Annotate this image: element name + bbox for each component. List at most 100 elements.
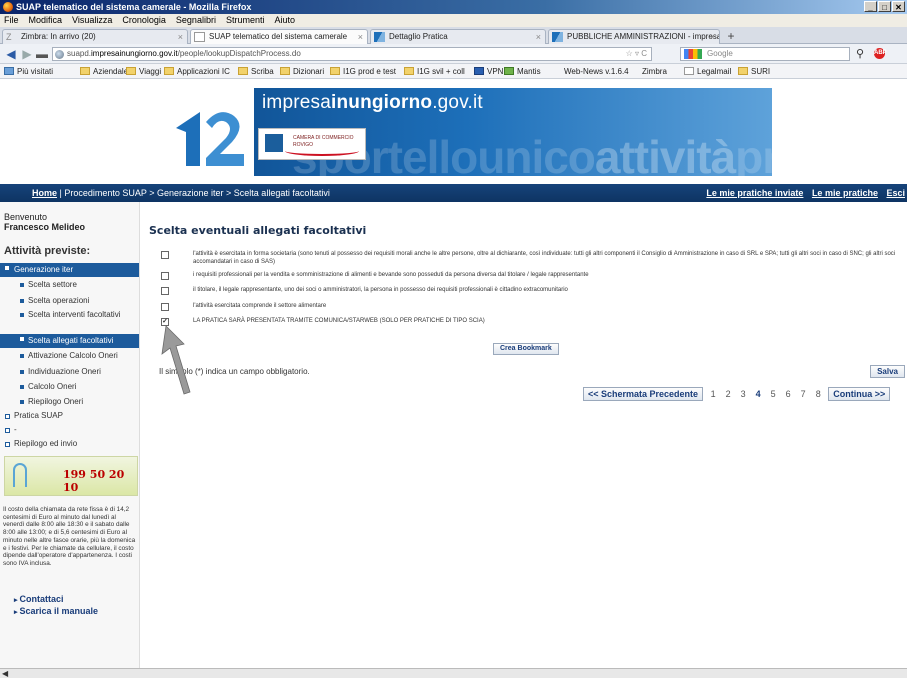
print-icon[interactable]: ▬ (35, 47, 49, 61)
maximize-button[interactable]: □ (878, 1, 891, 12)
call-center-banner: 199 50 20 10 (4, 456, 138, 496)
bookmark-zimbra[interactable]: Zimbra (642, 64, 667, 78)
site-nav-bar: Home | Procedimento SUAP > Generazione i… (0, 184, 907, 202)
page-link-3[interactable]: 3 (741, 388, 746, 400)
forward-icon[interactable]: ▶ (20, 47, 34, 61)
menu-file[interactable]: File (4, 14, 19, 27)
header-background-text: sportellounicoattivitàproduttive (292, 131, 907, 183)
bookmark-mantis[interactable]: Mantis (504, 64, 541, 78)
tab-close-icon[interactable]: × (710, 30, 715, 44)
bookmark-legalmail[interactable]: Legalmail (684, 64, 731, 78)
site-logo-icon (374, 32, 385, 42)
tab-close-icon[interactable]: × (358, 30, 363, 44)
page-link-8[interactable]: 8 (816, 388, 821, 400)
sidebar-item-dash[interactable]: - (0, 425, 139, 435)
address-bar[interactable]: suapd.impresainungiorno.gov.it/people/lo… (52, 47, 652, 61)
menu-strumenti[interactable]: Strumenti (226, 14, 265, 27)
bookmark-vpn[interactable]: VPN (474, 64, 503, 78)
bookmark-applicazioni-ic[interactable]: Applicazioni IC (164, 64, 230, 78)
page-link-2[interactable]: 2 (726, 388, 731, 400)
sidebar-item-individuazione-oneri[interactable]: Individuazione Oneri (0, 367, 139, 377)
activities-heading: Attività previste: (4, 245, 91, 257)
user-links: Le mie pratiche inviate Le mie pratiche … (700, 184, 905, 202)
download-manual-link[interactable]: Scarica il manuale (14, 606, 98, 616)
bookmark-scriba[interactable]: Scriba (238, 64, 274, 78)
sidebar-item-pratica-suap[interactable]: Pratica SUAP (0, 411, 139, 421)
bookmark-suri[interactable]: SURI (738, 64, 770, 78)
sidebar-item-calcolo-oneri[interactable]: Calcolo Oneri (0, 382, 139, 392)
site-header: impresainungiorno.gov.it sportellounicoa… (0, 80, 907, 184)
close-button[interactable]: ✕ (892, 1, 905, 12)
site-identity-icon[interactable] (55, 50, 64, 59)
menu-cronologia[interactable]: Cronologia (122, 14, 166, 27)
scroll-left-icon[interactable]: ◀ (2, 669, 8, 678)
sidebar-item-riepilogo-invio[interactable]: Riepilogo ed invio (0, 439, 139, 449)
logout-link[interactable]: Esci (886, 188, 905, 198)
tab-close-icon[interactable]: × (178, 30, 183, 44)
bookmark-i1g-svil[interactable]: I1G svil + coll (404, 64, 465, 78)
option-comunica-starweb: ✓ LA PRATICA SARÀ PRESENTATA TRAMITE COM… (161, 318, 485, 326)
vpn-icon (474, 67, 484, 75)
horizontal-scrollbar[interactable]: ◀ (0, 668, 907, 678)
checkbox-extracomunitario[interactable] (161, 287, 169, 295)
tab-close-icon[interactable]: × (536, 30, 541, 44)
page-link-1[interactable]: 1 (711, 388, 716, 400)
google-icon[interactable] (684, 49, 702, 59)
home-link[interactable]: Home (32, 188, 57, 198)
sidebar-item-scelta-allegati[interactable]: Scelta allegati facoltativi (0, 334, 139, 348)
checkbox-comunica-starweb[interactable]: ✓ (161, 318, 169, 326)
bookmark-web-news[interactable]: Web-News v.1.6.4 (564, 64, 629, 78)
adblock-icon[interactable]: ABP (874, 48, 887, 59)
window-titlebar: SUAP telematico del sistema camerale - M… (0, 0, 907, 14)
previous-page-button[interactable]: << Schermata Precedente (583, 387, 704, 401)
folder-icon (164, 67, 174, 75)
save-button[interactable]: Salva (870, 365, 905, 378)
continue-button[interactable]: Continua >> (828, 387, 891, 401)
sidebar-item-scelta-settore[interactable]: Scelta settore (0, 280, 139, 290)
tab-zimbra[interactable]: Z Zimbra: In arrivo (20) × (2, 29, 188, 44)
page-link-7[interactable]: 7 (801, 388, 806, 400)
checkbox-societaria[interactable] (161, 251, 169, 259)
page-icon (194, 32, 205, 42)
call-center-number: 199 50 20 10 (63, 468, 125, 494)
tab-dettaglio[interactable]: Dettaglio Pratica × (370, 29, 546, 44)
impresainungiorno-logo[interactable] (162, 88, 254, 176)
new-tab-icon[interactable]: + (722, 29, 740, 44)
search-input[interactable]: Google (680, 47, 850, 61)
bookmark-aziendale[interactable]: Aziendale (80, 64, 128, 78)
my-practices-link[interactable]: Le mie pratiche (812, 188, 878, 198)
sidebar-item-riepilogo-oneri[interactable]: Riepilogo Oneri (0, 397, 139, 407)
create-bookmark-button[interactable]: Crea Bookmark (493, 343, 559, 355)
site-wordmark: impresainungiorno.gov.it (262, 92, 483, 113)
checkbox-settore-alimentare[interactable] (161, 303, 169, 311)
menu-modifica[interactable]: Modifica (29, 14, 63, 27)
back-icon[interactable]: ◀ (4, 47, 18, 61)
tab-suap[interactable]: SUAP telematico del sistema camerale × (190, 29, 368, 44)
menu-segnalibri[interactable]: Segnalibri (176, 14, 216, 27)
bullet-icon (20, 313, 24, 317)
checkbox-requisiti-professionali[interactable] (161, 272, 169, 280)
bookmark-i1g-prod[interactable]: I1G prod e test (330, 64, 396, 78)
sent-practices-link[interactable]: Le mie pratiche inviate (706, 188, 803, 198)
swoosh-graphic (285, 146, 359, 156)
sidebar-item-generazione-iter[interactable]: Generazione iter (0, 263, 139, 277)
bookmark-viaggi[interactable]: Viaggi (126, 64, 161, 78)
bookmark-piu-visitati[interactable]: Più visitati (4, 64, 53, 78)
contact-link[interactable]: Contattaci (14, 594, 63, 604)
sidebar-item-scelta-operazioni[interactable]: Scelta operazioni (0, 296, 139, 306)
page-link-5[interactable]: 5 (771, 388, 776, 400)
menu-visualizza[interactable]: Visualizza (72, 14, 112, 27)
bookmark-star-icon[interactable]: ☆ ▿ C (626, 48, 647, 60)
menu-aiuto[interactable]: Aiuto (274, 14, 295, 27)
bullet-icon (20, 283, 24, 287)
bookmark-icon (4, 67, 14, 75)
tab-pubbliche[interactable]: PUBBLICHE AMMINISTRAZIONI - impresa... × (548, 29, 720, 44)
bookmark-dizionari[interactable]: Dizionari (280, 64, 324, 78)
page-link-6[interactable]: 6 (786, 388, 791, 400)
zimbra-icon: Z (6, 32, 12, 42)
minimize-button[interactable]: _ (864, 1, 877, 12)
bullet-icon (5, 428, 10, 433)
sidebar-item-scelta-interventi[interactable]: Scelta interventi facoltativi (0, 310, 139, 320)
sidebar-item-attivazione-calcolo[interactable]: Attivazione Calcolo Oneri (0, 351, 139, 361)
search-icon[interactable]: ⚲ (856, 47, 864, 60)
